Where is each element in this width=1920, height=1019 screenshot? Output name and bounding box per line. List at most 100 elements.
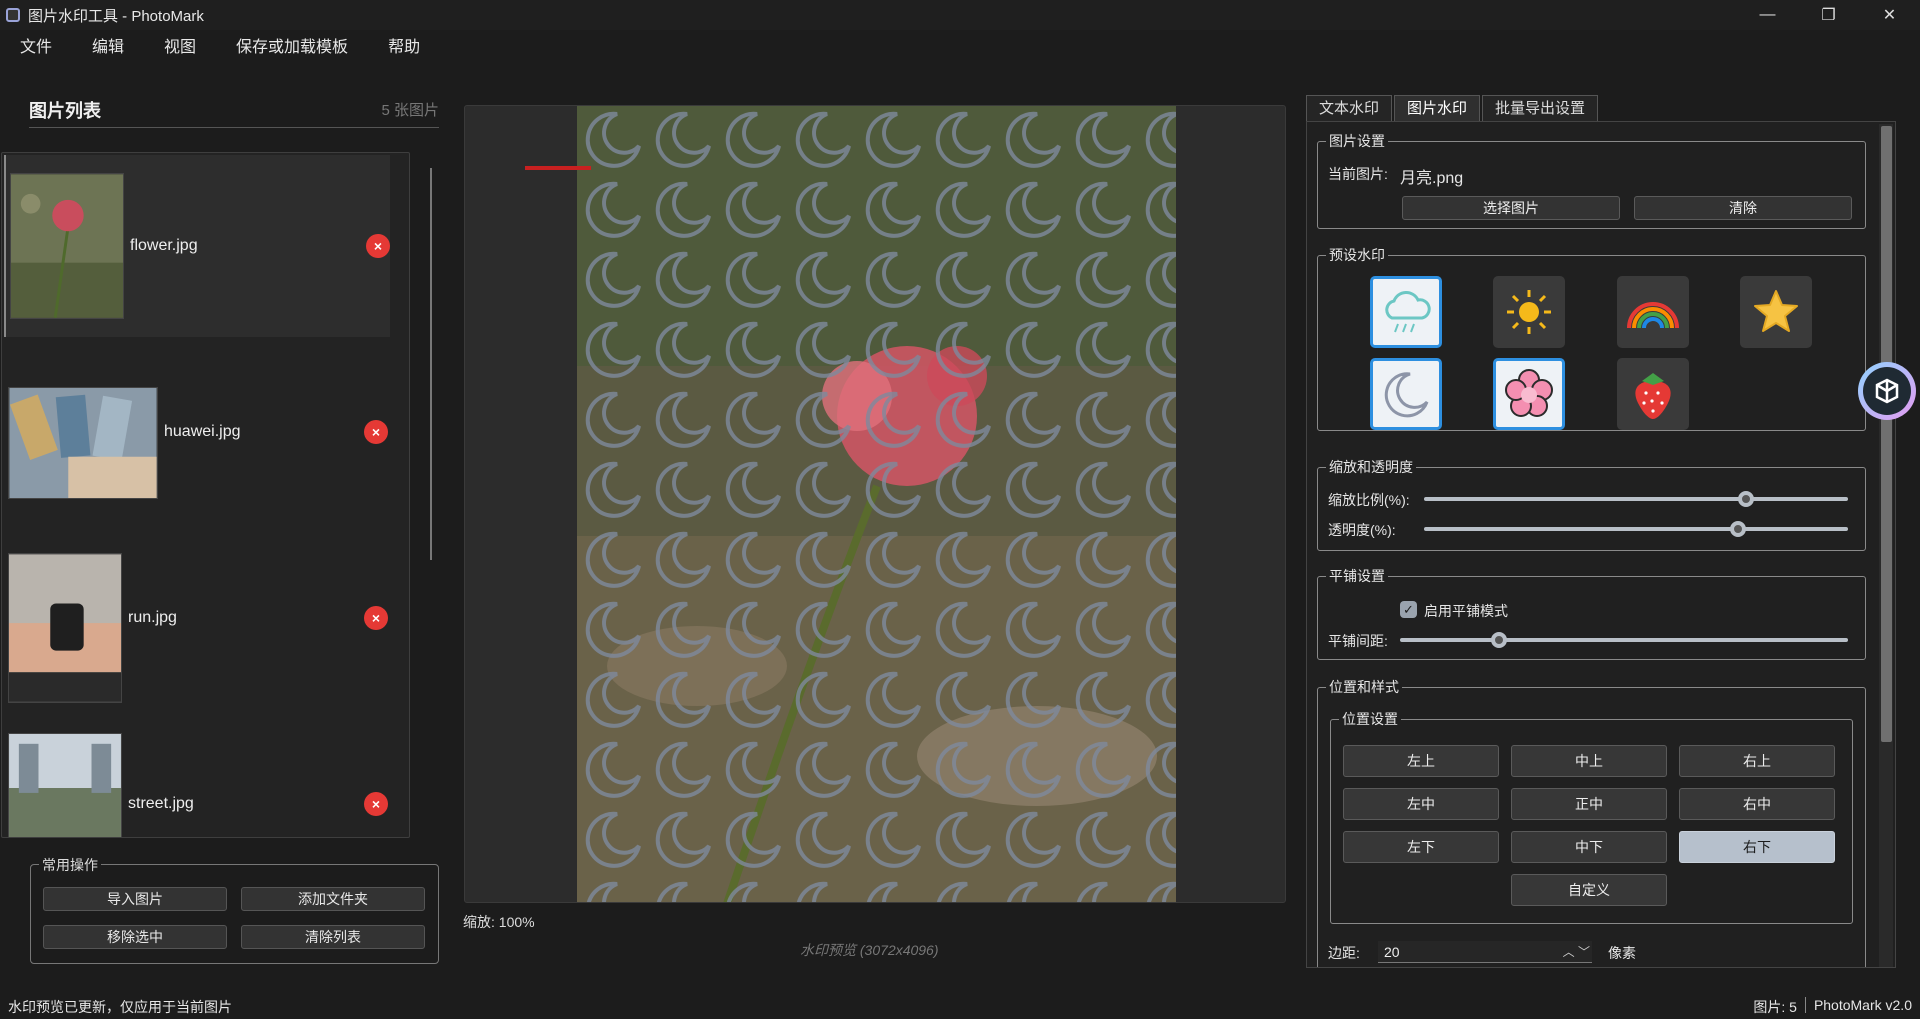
pos-bottom-right-button[interactable]: 右下 bbox=[1679, 831, 1835, 863]
pos-center-button[interactable]: 正中 bbox=[1511, 788, 1667, 820]
position-settings-title: 位置设置 bbox=[1339, 709, 1401, 729]
settings-scrollbar[interactable] bbox=[1879, 124, 1893, 967]
preset-rainbow[interactable] bbox=[1617, 276, 1689, 348]
settings-scrollbar-thumb[interactable] bbox=[1881, 126, 1892, 742]
common-ops-title: 常用操作 bbox=[39, 855, 101, 875]
moon-icon bbox=[1384, 372, 1429, 418]
delete-item-button[interactable]: × bbox=[364, 420, 388, 444]
scale-label: 缩放比例(%): bbox=[1328, 492, 1410, 508]
common-ops-group: 常用操作 导入图片 添加文件夹 移除选中 清除列表 bbox=[30, 855, 439, 964]
pos-middle-left-button[interactable]: 左中 bbox=[1343, 788, 1499, 820]
scale-opacity-group: 缩放和透明度 缩放比例(%): 透明度(%): bbox=[1317, 457, 1866, 551]
flower-icon bbox=[1505, 369, 1553, 417]
list-item-huawei[interactable]: huawei.jpg × bbox=[4, 341, 390, 523]
current-image-value: 月亮.png bbox=[1400, 170, 1464, 187]
menu-template[interactable]: 保存或加载模板 bbox=[216, 30, 368, 66]
spin-arrows-icon[interactable]: ︿ ﹀ bbox=[1563, 941, 1590, 963]
list-item-name: run.jpg bbox=[128, 609, 177, 626]
thumbnail-huawei bbox=[8, 387, 158, 499]
status-bar: 水印预览已更新，仅应用于当前图片 图片: 5 PhotoMark v2.0 bbox=[0, 994, 1920, 1019]
minimize-button[interactable]: — bbox=[1737, 0, 1798, 30]
list-item-run[interactable]: run.jpg × bbox=[4, 527, 390, 709]
settings-panel: 图片设置 当前图片: 月亮.png 选择图片 清除 预设水印 缩放和透明度 缩放… bbox=[1306, 121, 1896, 968]
image-list-title: 图片列表 bbox=[29, 100, 101, 121]
remove-selected-button[interactable]: 移除选中 bbox=[43, 925, 227, 949]
opacity-slider[interactable] bbox=[1424, 521, 1848, 537]
pos-bottom-center-button[interactable]: 中下 bbox=[1511, 831, 1667, 863]
position-style-group: 位置和样式 位置设置 左上 中上 右上 左中 正中 右中 左下 中下 右下 自定… bbox=[1317, 677, 1866, 967]
add-folder-button[interactable]: 添加文件夹 bbox=[241, 887, 425, 911]
tile-spacing-slider[interactable] bbox=[1400, 632, 1848, 648]
settings-tabs: 文本水印 图片水印 批量导出设置 bbox=[1306, 95, 1600, 121]
menu-view[interactable]: 视图 bbox=[144, 30, 216, 66]
restore-button[interactable]: ❐ bbox=[1798, 0, 1859, 30]
list-item-street[interactable]: street.jpg × bbox=[4, 713, 390, 837]
pos-top-left-button[interactable]: 左上 bbox=[1343, 745, 1499, 777]
scale-slider[interactable] bbox=[1424, 491, 1848, 507]
menu-file[interactable]: 文件 bbox=[0, 30, 72, 66]
tile-spacing-label: 平铺间距: bbox=[1328, 633, 1388, 649]
opacity-label: 透明度(%): bbox=[1328, 522, 1396, 538]
status-image-count: 图片: 5 bbox=[1753, 998, 1797, 1015]
preset-flower[interactable] bbox=[1493, 358, 1565, 430]
margin-spinbox[interactable]: 20 ︿ ﹀ bbox=[1378, 941, 1592, 963]
rain-cloud-icon bbox=[1385, 290, 1431, 333]
rainbow-icon bbox=[1627, 302, 1679, 329]
app-icon bbox=[6, 8, 20, 22]
floating-assistant-icon[interactable] bbox=[1858, 362, 1916, 420]
opacity-slider-handle[interactable] bbox=[1729, 521, 1746, 537]
pos-top-center-button[interactable]: 中上 bbox=[1511, 745, 1667, 777]
position-settings-group: 位置设置 左上 中上 右上 左中 正中 右中 左下 中下 右下 自定义 bbox=[1330, 709, 1853, 924]
image-list-panel: 图片列表 5 张图片 bbox=[29, 92, 439, 128]
list-item-flower[interactable]: flower.jpg × bbox=[4, 155, 390, 337]
preset-moon[interactable] bbox=[1370, 358, 1442, 430]
choose-image-button[interactable]: 选择图片 bbox=[1402, 196, 1620, 220]
preset-star[interactable] bbox=[1740, 276, 1812, 348]
scale-slider-handle[interactable] bbox=[1738, 491, 1755, 507]
image-settings-title: 图片设置 bbox=[1326, 131, 1388, 151]
thumbnail-flower bbox=[10, 173, 124, 319]
image-list[interactable]: flower.jpg × huawei.jpg × run.jpg × stre… bbox=[1, 152, 410, 838]
menu-edit[interactable]: 编辑 bbox=[72, 30, 144, 66]
watermark-text-mark bbox=[525, 166, 591, 170]
status-right: 图片: 5 PhotoMark v2.0 bbox=[1753, 996, 1912, 1017]
preset-rain-cloud[interactable] bbox=[1370, 276, 1442, 348]
close-button[interactable]: ✕ bbox=[1859, 0, 1920, 30]
pos-custom-button[interactable]: 自定义 bbox=[1511, 874, 1667, 906]
clear-image-button[interactable]: 清除 bbox=[1634, 196, 1852, 220]
tile-spacing-slider-handle[interactable] bbox=[1490, 632, 1507, 648]
status-message: 水印预览已更新，仅应用于当前图片 bbox=[8, 998, 232, 1015]
pos-middle-right-button[interactable]: 右中 bbox=[1679, 788, 1835, 820]
window-controls: — ❐ ✕ bbox=[1737, 0, 1920, 30]
list-scrollbar[interactable] bbox=[430, 168, 432, 560]
position-style-title: 位置和样式 bbox=[1326, 677, 1402, 697]
title-bar: 图片水印工具 - PhotoMark — ❐ ✕ bbox=[0, 0, 1920, 30]
strawberry-icon bbox=[1635, 373, 1671, 419]
menu-help[interactable]: 帮助 bbox=[368, 30, 440, 66]
margin-value: 20 bbox=[1384, 944, 1400, 960]
import-images-button[interactable]: 导入图片 bbox=[43, 887, 227, 911]
list-item-name: street.jpg bbox=[128, 795, 194, 812]
zoom-label: 缩放: 100% bbox=[463, 914, 535, 930]
status-version: PhotoMark v2.0 bbox=[1813, 996, 1912, 1013]
list-item-name: huawei.jpg bbox=[164, 423, 241, 440]
floating-assistant-inner bbox=[1863, 367, 1911, 415]
preview-area[interactable] bbox=[464, 105, 1286, 903]
delete-item-button[interactable]: × bbox=[366, 234, 390, 258]
pos-bottom-left-button[interactable]: 左下 bbox=[1343, 831, 1499, 863]
preset-strawberry[interactable] bbox=[1617, 358, 1689, 430]
tab-image-watermark[interactable]: 图片水印 bbox=[1394, 95, 1481, 121]
status-separator bbox=[1804, 996, 1806, 1013]
delete-item-button[interactable]: × bbox=[364, 606, 388, 630]
tile-enable-checkbox[interactable]: ✓ bbox=[1400, 601, 1417, 618]
star-icon bbox=[1754, 290, 1798, 332]
delete-item-button[interactable]: × bbox=[364, 792, 388, 816]
tab-batch-export[interactable]: 批量导出设置 bbox=[1482, 95, 1599, 121]
preset-sun[interactable] bbox=[1493, 276, 1565, 348]
image-settings-group: 图片设置 当前图片: 月亮.png 选择图片 清除 bbox=[1317, 131, 1866, 229]
pos-top-right-button[interactable]: 右上 bbox=[1679, 745, 1835, 777]
menu-bar: 文件 编辑 视图 保存或加载模板 帮助 bbox=[0, 30, 1920, 66]
tab-text-watermark[interactable]: 文本水印 bbox=[1306, 95, 1393, 121]
image-count: 5 张图片 bbox=[381, 102, 439, 119]
clear-list-button[interactable]: 清除列表 bbox=[241, 925, 425, 949]
